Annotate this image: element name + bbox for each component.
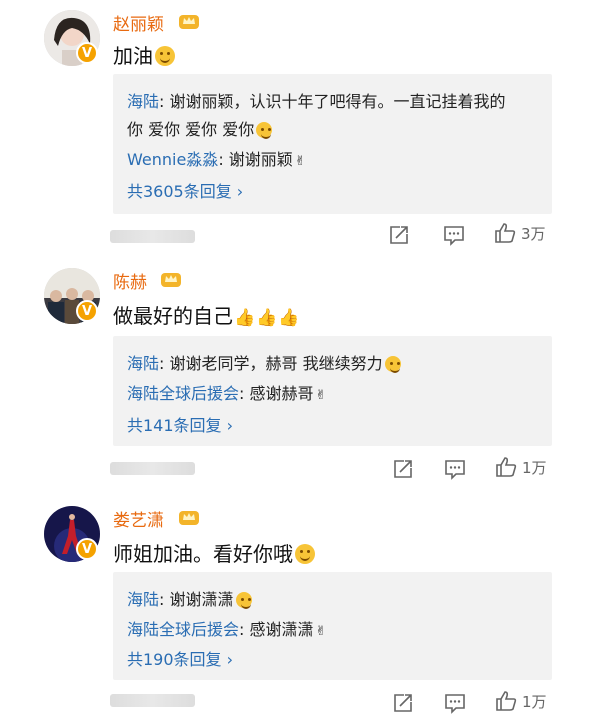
hand-emoji-icon: ✌: [315, 388, 327, 403]
more-replies-link[interactable]: 共141条回复 ›: [127, 412, 233, 436]
reply-text: 谢谢老同学，赫哥 我继续努力: [169, 354, 383, 373]
reply-author[interactable]: 海陆: [127, 590, 159, 609]
comment-text: 师姐加油。看好你哦: [113, 538, 315, 567]
reply-line[interactable]: Wennie淼淼: 谢谢丽颖 ✌: [127, 146, 306, 170]
username[interactable]: 赵丽颖: [113, 10, 164, 35]
more-replies-link[interactable]: 共3605条回复 ›: [127, 178, 243, 202]
timestamp-blurred: [110, 230, 195, 243]
reply-author[interactable]: 海陆: [127, 92, 159, 111]
thumbs-up-icon: [496, 691, 517, 711]
comment-text: 加油: [113, 40, 175, 69]
reply-text: 感谢赫哥: [249, 384, 314, 403]
reply-text: 谢谢丽颖: [228, 150, 293, 169]
like-button[interactable]: 1万: [495, 690, 547, 712]
share-icon: [390, 226, 408, 244]
username[interactable]: 陈赫: [113, 268, 147, 293]
crown-icon: [179, 15, 199, 29]
reply-text: 谢谢潇潇: [169, 590, 234, 609]
reply-author[interactable]: 海陆全球后援会: [127, 384, 239, 403]
reply-text: 你 爱你 爱你 爱你: [127, 120, 255, 139]
reply-author[interactable]: 海陆: [127, 354, 159, 373]
comment-text-value: 加油: [113, 44, 153, 68]
timestamp-blurred: [110, 694, 195, 707]
comment-icon: [445, 694, 465, 714]
comment-button[interactable]: [443, 224, 465, 246]
verified-badge-icon: V: [76, 300, 98, 322]
verified-badge-icon: V: [76, 42, 98, 64]
reply-colon: :: [159, 590, 170, 609]
share-button[interactable]: [392, 458, 414, 480]
kiss-emoji-icon: [256, 122, 273, 139]
thumbs-up-icon: [496, 457, 517, 477]
comment-text: 做最好的自己👍👍👍: [113, 300, 300, 329]
reply-text: 谢谢丽颖，认识十年了吧得有。一直记挂着我的: [169, 92, 506, 111]
comment-icon: [444, 226, 464, 246]
reply-author[interactable]: Wennie淼淼: [127, 150, 218, 169]
crown-icon: [161, 273, 181, 287]
reply-colon: :: [159, 354, 170, 373]
like-count: 1万: [522, 692, 547, 711]
reply-line-continued: 你 爱你 爱你 爱你: [127, 116, 273, 140]
reply-colon: :: [218, 150, 229, 169]
reply-box: 海陆: 谢谢丽颖，认识十年了吧得有。一直记挂着我的 你 爱你 爱你 爱你 Wen…: [113, 74, 552, 214]
like-count: 1万: [522, 458, 547, 477]
thumbs-up-emoji-icon: 👍: [256, 308, 278, 328]
thumbs-up-emoji-icon: 👍: [278, 308, 300, 328]
reply-colon: :: [239, 620, 250, 639]
hand-emoji-icon: ✌: [294, 154, 306, 169]
smile-emoji-icon: [384, 356, 401, 373]
share-button[interactable]: [392, 692, 414, 714]
reply-text: 感谢潇潇: [249, 620, 314, 639]
reply-line[interactable]: 海陆: 谢谢潇潇: [127, 586, 252, 610]
reply-line[interactable]: 海陆全球后援会: 感谢赫哥 ✌: [127, 380, 326, 404]
reply-colon: :: [239, 384, 250, 403]
more-replies-link[interactable]: 共190条回复 ›: [127, 646, 233, 670]
crown-icon: [179, 511, 199, 525]
like-count: 3万: [521, 224, 546, 243]
reply-line[interactable]: 海陆全球后援会: 感谢潇潇 ✌: [127, 616, 326, 640]
like-button[interactable]: 3万: [494, 222, 546, 244]
like-button[interactable]: 1万: [495, 456, 547, 478]
reply-colon: :: [159, 92, 170, 111]
comment-text-value: 做最好的自己: [113, 304, 233, 328]
hand-emoji-icon: ✌: [315, 624, 327, 639]
username[interactable]: 娄艺潇: [113, 506, 164, 531]
reply-box: 海陆: 谢谢潇潇 海陆全球后援会: 感谢潇潇 ✌ 共190条回复 ›: [113, 572, 552, 680]
reply-author[interactable]: 海陆全球后援会: [127, 620, 239, 639]
share-button[interactable]: [388, 224, 410, 246]
comment-icon: [445, 460, 465, 480]
thumbs-up-icon: [495, 223, 516, 243]
reply-box: 海陆: 谢谢老同学，赫哥 我继续努力 海陆全球后援会: 感谢赫哥 ✌ 共141条回…: [113, 336, 552, 446]
verified-badge-icon: V: [76, 538, 98, 560]
timestamp-blurred: [110, 462, 195, 475]
comment-button[interactable]: [444, 458, 466, 480]
kiss-emoji-icon: [235, 592, 252, 609]
reply-line[interactable]: 海陆: 谢谢老同学，赫哥 我继续努力: [127, 350, 401, 374]
comment-button[interactable]: [444, 692, 466, 714]
thumbs-up-emoji-icon: 👍: [234, 308, 256, 328]
share-icon: [394, 694, 412, 712]
comment-text-value: 师姐加油。看好你哦: [113, 542, 293, 566]
reply-line[interactable]: 海陆: 谢谢丽颖，认识十年了吧得有。一直记挂着我的: [127, 88, 506, 112]
smile-emoji-icon: [155, 46, 175, 66]
share-icon: [394, 460, 412, 478]
smile-emoji-icon: [295, 544, 315, 564]
